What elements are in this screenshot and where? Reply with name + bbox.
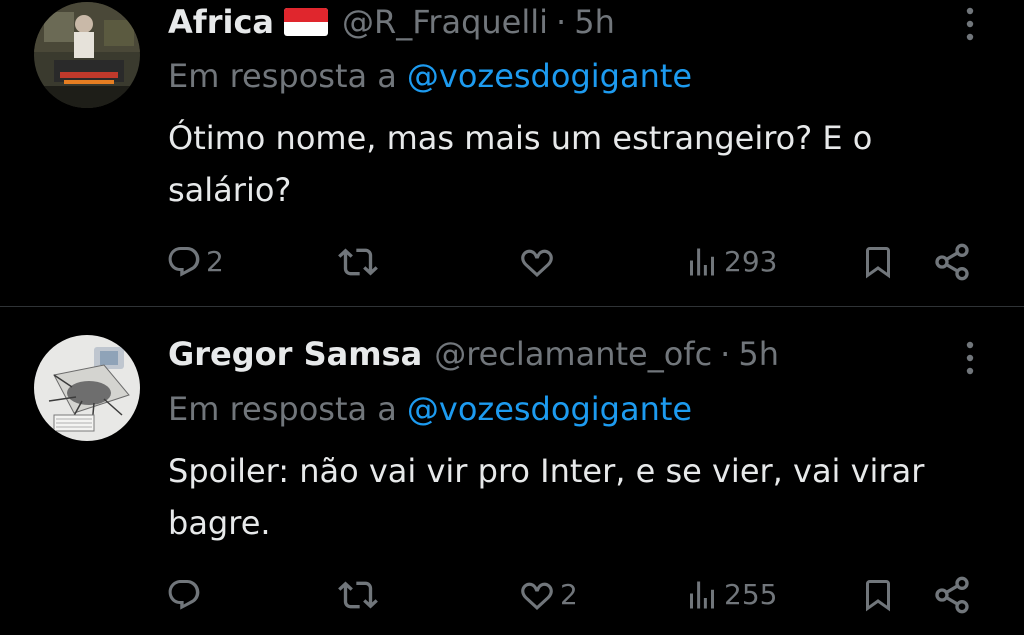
share-button[interactable] xyxy=(932,240,972,284)
avatar[interactable] xyxy=(34,2,140,108)
tweet[interactable]: Gregor Samsa @reclamante_ofc · 5h Em res… xyxy=(0,307,1024,635)
share-icon xyxy=(935,576,969,614)
view-count: 293 xyxy=(724,245,778,278)
share-button[interactable] xyxy=(932,573,972,617)
reply-button[interactable]: 2 xyxy=(166,240,224,284)
reply-icon xyxy=(168,580,200,610)
bookmark-button[interactable] xyxy=(860,573,896,617)
user-handle[interactable]: @R_Fraquelli xyxy=(342,0,548,44)
tweet[interactable]: Africa @R_Fraquelli · 5h Em resposta a @v… xyxy=(0,0,1024,306)
timestamp[interactable]: 5h xyxy=(738,332,779,376)
views-icon xyxy=(690,581,714,609)
views-icon xyxy=(690,248,714,276)
flag-indonesia-icon xyxy=(284,8,328,36)
reply-icon xyxy=(168,247,200,277)
share-icon xyxy=(935,243,969,281)
avatar[interactable] xyxy=(34,335,140,441)
bookmark-button[interactable] xyxy=(860,240,896,284)
like-button[interactable]: 2 xyxy=(518,573,578,617)
views-button[interactable]: 255 xyxy=(684,573,777,617)
tweet-header: Gregor Samsa @reclamante_ofc · 5h xyxy=(168,332,779,376)
reply-mention-link[interactable]: @vozesdogigante xyxy=(407,390,692,428)
reply-prefix: Em resposta a xyxy=(168,57,397,95)
more-options-icon[interactable] xyxy=(956,336,984,380)
reply-mention-link[interactable]: @vozesdogigante xyxy=(407,57,692,95)
view-count: 255 xyxy=(724,578,778,611)
tweet-header: Africa @R_Fraquelli · 5h xyxy=(168,0,615,44)
heart-icon xyxy=(521,249,553,278)
retweet-icon xyxy=(338,581,378,609)
display-name[interactable]: Africa xyxy=(168,0,274,44)
reply-button[interactable] xyxy=(166,573,206,617)
reply-context: Em resposta a @vozesdogigante xyxy=(168,54,692,98)
like-button[interactable] xyxy=(518,240,560,284)
like-count: 2 xyxy=(560,578,578,611)
bookmark-icon xyxy=(866,247,890,279)
reply-prefix: Em resposta a xyxy=(168,390,397,428)
views-button[interactable]: 293 xyxy=(684,240,777,284)
reply-context: Em resposta a @vozesdogigante xyxy=(168,387,692,431)
dot-separator: · xyxy=(556,3,567,41)
more-options-icon[interactable] xyxy=(956,2,984,46)
reply-count: 2 xyxy=(206,245,224,278)
tweet-text: Ótimo nome, mas mais um estrangeiro? E o… xyxy=(168,119,873,209)
bookmark-icon xyxy=(866,580,890,612)
tweet-text: Spoiler: não vai vir pro Inter, e se vie… xyxy=(168,452,925,542)
retweet-button[interactable] xyxy=(338,240,382,284)
dot-separator: · xyxy=(720,335,731,373)
heart-icon xyxy=(521,582,553,611)
timestamp[interactable]: 5h xyxy=(574,0,615,44)
user-handle[interactable]: @reclamante_ofc xyxy=(434,332,712,376)
display-name[interactable]: Gregor Samsa xyxy=(168,332,422,376)
reply-feed: Africa @R_Fraquelli · 5h Em resposta a @v… xyxy=(0,0,1024,635)
retweet-button[interactable] xyxy=(338,573,382,617)
retweet-icon xyxy=(338,248,378,276)
